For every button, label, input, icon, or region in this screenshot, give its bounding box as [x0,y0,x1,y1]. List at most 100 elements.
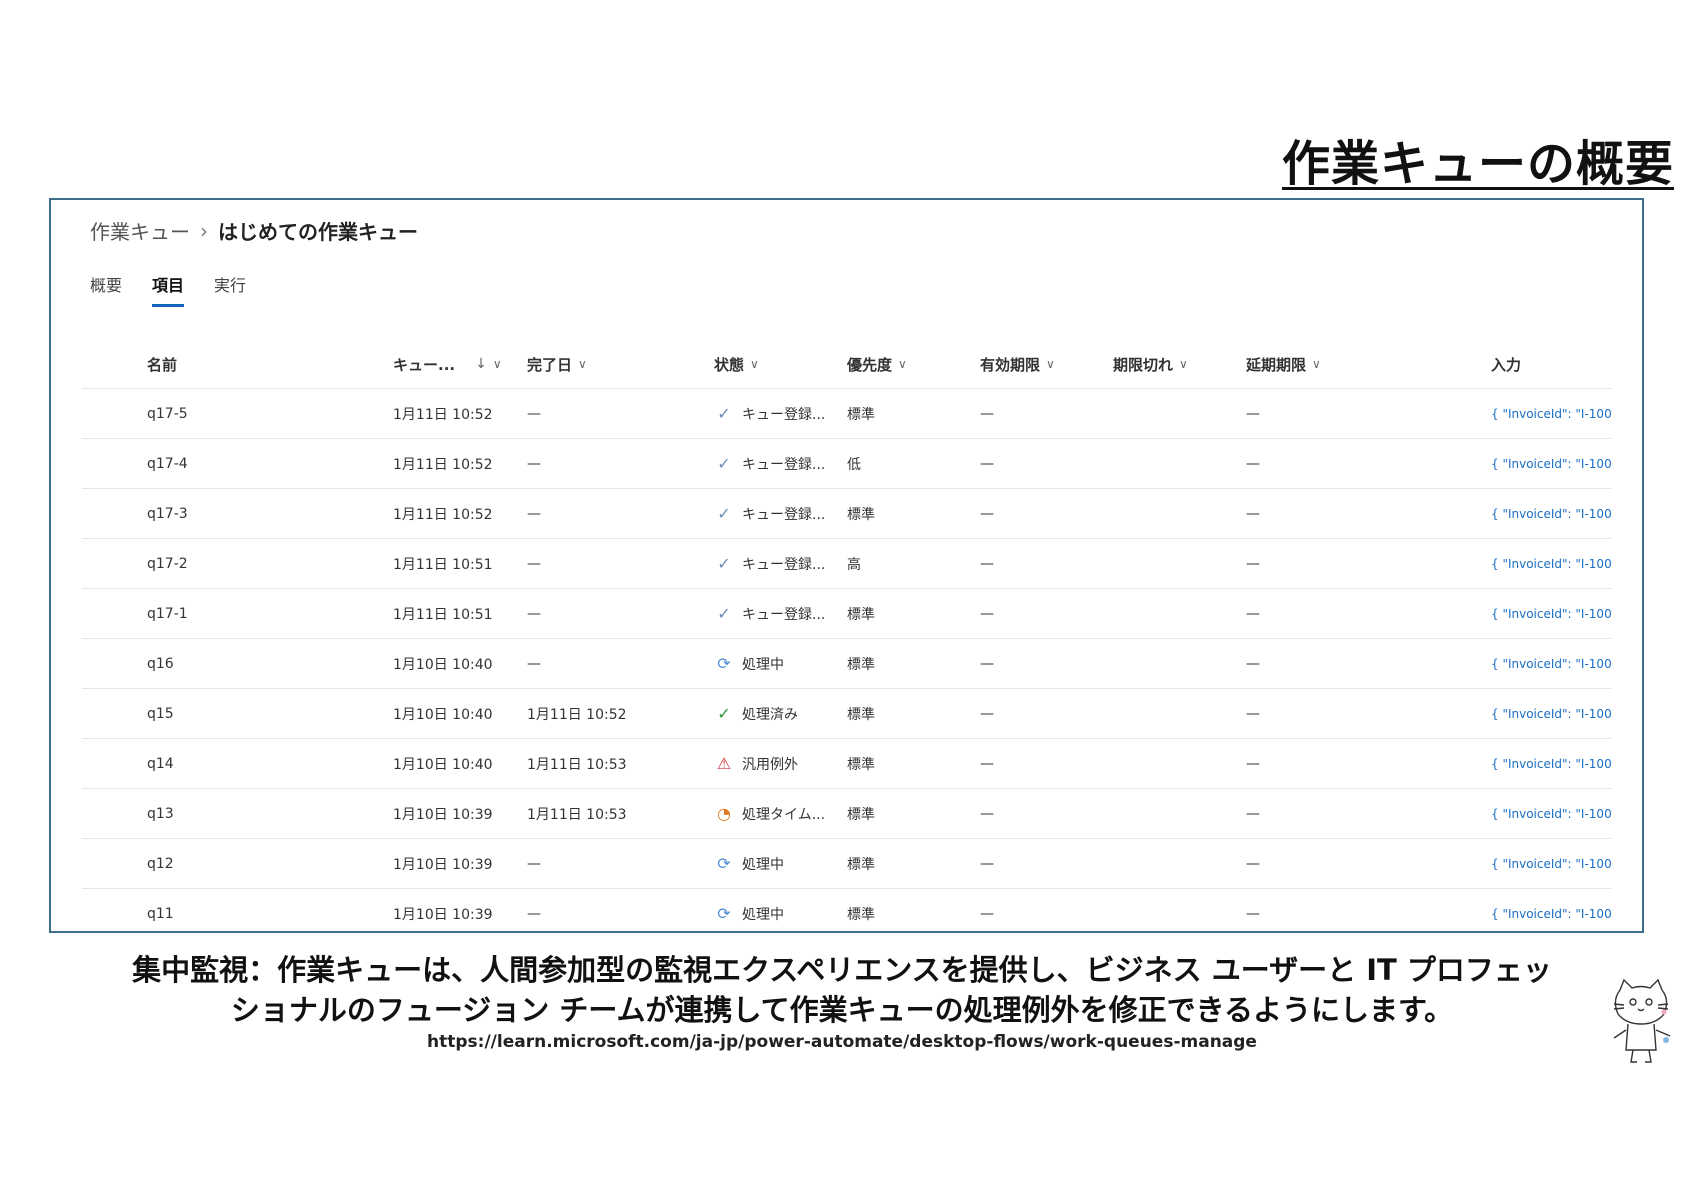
cell-extended: — [1246,405,1260,422]
cell-completed: — [527,855,541,872]
cell-name: q17-5 [147,405,188,422]
cell-extended: — [1246,605,1260,622]
source-url: https://learn.microsoft.com/ja-jp/power-… [427,1032,1257,1052]
chevron-right-icon: › [200,218,208,243]
cell-valid-until: — [980,505,994,522]
table-row[interactable]: q14 1月10日 10:40 1月11日 10:53 ⚠ 汎用例外 標準 — — { "Inv… [82,739,1612,789]
cell-extended: — [1246,705,1260,722]
processing-icon: ⟳ [717,854,731,873]
cell-input: { "InvoiceId": "I-1006 [1491,389,1612,438]
cell-queued: 1月10日 10:39 [393,806,493,823]
cell-valid-until: — [980,605,994,622]
column-header-input[interactable]: 入力 [1491,340,1612,388]
table-row[interactable]: q17-2 1月11日 10:51 — ✓ キュー登録... 高 — — { "InvoiceI… [82,539,1612,589]
cell-name: q17-4 [147,455,188,472]
check-icon: ✓ [717,404,731,423]
column-header-completed[interactable]: 完了日 ∨ [527,340,707,388]
cell-name: q17-2 [147,555,188,572]
table-row[interactable]: q17-3 1月11日 10:52 — ✓ キュー登録... 標準 — — { "Invoice… [82,489,1612,539]
state-label: 処理済み [742,706,798,723]
chevron-down-icon: ∨ [1312,357,1321,371]
input-link[interactable]: { "InvoiceId": "I-1006 [1491,857,1612,871]
tab-items[interactable]: 項目 [152,272,185,307]
cell-name: q17-3 [147,505,188,522]
tab-overview[interactable]: 概要 [90,272,122,307]
input-link[interactable]: { "InvoiceId": "I-1006 [1491,807,1612,821]
cell-queued: 1月11日 10:52 [393,506,493,523]
table-row[interactable]: q17-1 1月11日 10:51 — ✓ キュー登録... 標準 — — { "Invoice… [82,589,1612,639]
cell-completed: 1月11日 10:52 [527,706,627,723]
state-label: 処理タイム... [742,806,826,823]
cell-completed: — [527,505,541,522]
cell-input: { "InvoiceId": "I-1006 [1491,439,1612,488]
tab-runs[interactable]: 実行 [214,272,246,307]
cell-name: q12 [147,855,174,872]
cell-name: q15 [147,705,174,722]
input-link[interactable]: { "InvoiceId": "I-1006 [1491,407,1612,421]
caption-line-2: ショナルのフュージョン チームが連携して作業キューの処理例外を修正できるようにし… [230,993,1454,1027]
tab-bar: 概要 項目 実行 [90,272,246,307]
input-link[interactable]: { "InvoiceId": "I-1006 [1491,607,1612,621]
cell-expired [1113,739,1243,788]
chevron-down-icon: ∨ [1179,357,1188,371]
input-link[interactable]: { "InvoiceId": "I-1006 [1491,707,1612,721]
cell-priority: 標準 [847,606,875,623]
cell-priority: 標準 [847,506,875,523]
cell-name: q16 [147,655,174,672]
input-link[interactable]: { "InvoiceId": "I-1006 [1491,557,1612,571]
column-header-queued[interactable]: キュー... ↓ ∨ [393,340,523,388]
input-link[interactable]: { "InvoiceId": "I-1006 [1491,907,1612,921]
column-header-priority[interactable]: 優先度 ∨ [847,340,977,388]
table-row[interactable]: q16 1月10日 10:40 — ⟳ 処理中 標準 — — { "InvoiceId": "I… [82,639,1612,689]
cell-input: { "InvoiceId": "I-1006 [1491,789,1612,838]
cell-priority: 低 [847,456,861,473]
table-row[interactable]: q17-5 1月11日 10:52 — ✓ キュー登録... 標準 — — { "Invoice… [82,389,1612,439]
cell-extended: — [1246,555,1260,572]
column-header-valid-until[interactable]: 有効期限 ∨ [980,340,1110,388]
breadcrumb-parent[interactable]: 作業キュー [90,216,190,245]
cell-extended: — [1246,905,1260,922]
table-row[interactable]: q15 1月10日 10:40 1月11日 10:52 ✓ 処理済み 標準 — — { "Inv… [82,689,1612,739]
column-header-extended[interactable]: 延期期限 ∨ [1246,340,1446,388]
input-link[interactable]: { "InvoiceId": "I-1006 [1491,657,1612,671]
cell-priority: 標準 [847,806,875,823]
cell-queued: 1月10日 10:39 [393,856,493,873]
table-row[interactable]: q12 1月10日 10:39 — ⟳ 処理中 標準 — — { "InvoiceId": "I… [82,839,1612,889]
check-icon: ✓ [717,504,731,523]
slide-title: 作業キューの概要 [1281,136,1674,192]
cell-expired [1113,839,1243,888]
cell-expired [1113,439,1243,488]
input-link[interactable]: { "InvoiceId": "I-1006 [1491,507,1612,521]
cell-queued: 1月11日 10:52 [393,406,493,423]
check-icon: ✓ [717,554,731,573]
breadcrumb: 作業キュー › はじめての作業キュー [90,216,418,245]
cell-queued: 1月11日 10:51 [393,606,493,623]
cell-expired [1113,889,1243,931]
cell-extended: — [1246,655,1260,672]
warning-icon: ⚠ [716,754,732,773]
check-icon: ✓ [717,454,731,473]
cell-priority: 標準 [847,906,875,923]
cell-name: q13 [147,805,174,822]
cell-expired [1113,689,1243,738]
table-body: q17-5 1月11日 10:52 — ✓ キュー登録... 標準 — — { "Invoice… [82,389,1612,931]
table-row[interactable]: q13 1月10日 10:39 1月11日 10:53 ◔ 処理タイム... 標準 — — { … [82,789,1612,839]
sort-down-icon: ↓ [475,356,487,372]
cell-completed: — [527,405,541,422]
cell-completed: — [527,455,541,472]
cell-completed: 1月11日 10:53 [527,756,627,773]
cell-expired [1113,789,1243,838]
column-header-expired[interactable]: 期限切れ ∨ [1113,340,1243,388]
state-label: 汎用例外 [742,756,798,773]
cell-queued: 1月10日 10:39 [393,906,493,923]
cell-name: q11 [147,905,174,922]
cell-input: { "InvoiceId": "I-1006 [1491,489,1612,538]
input-link[interactable]: { "InvoiceId": "I-1006 [1491,757,1612,771]
breadcrumb-current: はじめての作業キュー [218,220,418,244]
table-row[interactable]: q17-4 1月11日 10:52 — ✓ キュー登録... 低 — — { "InvoiceI… [82,439,1612,489]
column-header-name[interactable]: 名前 [147,340,367,388]
table-row[interactable]: q11 1月10日 10:39 — ⟳ 処理中 標準 — — { "InvoiceId": "I… [82,889,1612,931]
cell-valid-until: — [980,705,994,722]
cell-valid-until: — [980,905,994,922]
input-link[interactable]: { "InvoiceId": "I-1006 [1491,457,1612,471]
